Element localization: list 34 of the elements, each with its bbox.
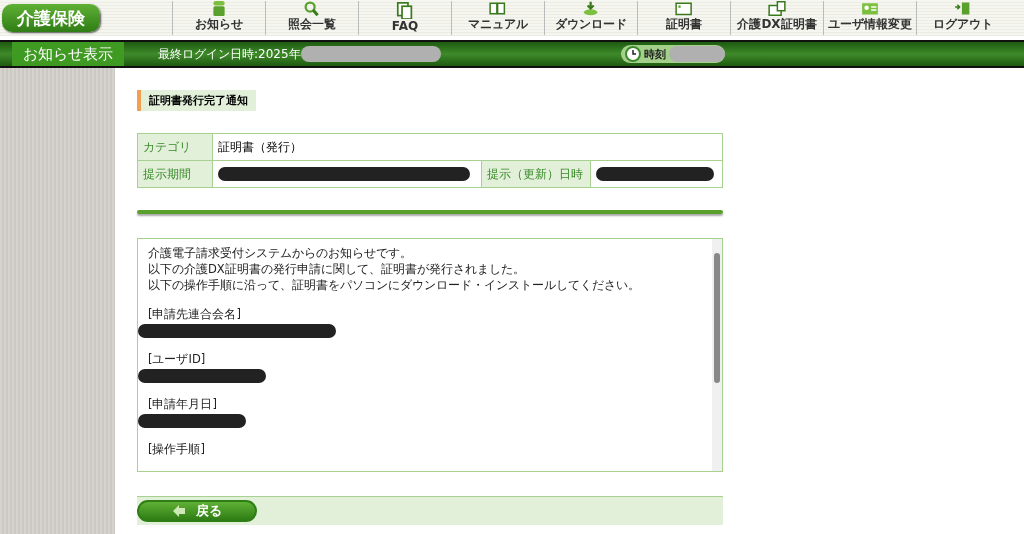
nav-button[interactable]: ダウンロード: [544, 1, 637, 35]
field-label: 提示期間: [137, 160, 213, 188]
field-label: 提示（更新）日時: [481, 160, 591, 188]
nav-icon: [674, 1, 694, 16]
message-line: 以下の操作手順に沿って、証明書をパソコンにダウンロード・インストールしてください。: [147, 277, 641, 293]
message-heading: [申請先連合会名]: [147, 306, 242, 322]
nav-icon: [860, 1, 880, 16]
notice-title: 証明書発行完了通知: [137, 90, 256, 111]
nav-button[interactable]: FAQ: [358, 1, 451, 35]
nav-button[interactable]: 介護DX証明書: [730, 1, 823, 35]
clock-icon: [624, 46, 641, 62]
time-label: 時刻: [643, 46, 666, 62]
nav-icon: [767, 1, 787, 16]
nav-button[interactable]: 証明書: [637, 1, 730, 35]
back-button[interactable]: 戻る: [137, 500, 257, 522]
message-heading: [ユーザID]: [147, 351, 207, 367]
nav-button[interactable]: マニュアル: [451, 1, 544, 35]
message-line: 介護電子請求受付システムからのお知らせです。: [147, 245, 413, 261]
nav-icon: [488, 1, 508, 16]
field-label: カテゴリ: [137, 133, 213, 161]
message-heading: [操作手順]: [147, 441, 206, 457]
nav-button[interactable]: 照会一覧: [265, 1, 358, 35]
last-login-text: 最終ログイン日時:2025年: [158, 45, 301, 63]
table-cell: 証明書（発行）: [218, 139, 302, 154]
message-heading: [申請年月日]: [147, 396, 218, 412]
arrow-icon: [172, 504, 186, 518]
nav-button[interactable]: ユーザ情報変更: [823, 1, 916, 35]
scrollbar[interactable]: [712, 239, 722, 471]
page-title: お知らせ表示: [12, 42, 124, 66]
nav-icon: [395, 2, 415, 19]
message-line: 以下の介護DX証明書の発行申請に関して、証明書が発行されました。: [147, 261, 526, 277]
app-logo[interactable]: 介護保険: [2, 4, 100, 32]
nav-button[interactable]: お知らせ: [172, 1, 265, 35]
nav-button[interactable]: ログアウト: [916, 1, 1009, 35]
